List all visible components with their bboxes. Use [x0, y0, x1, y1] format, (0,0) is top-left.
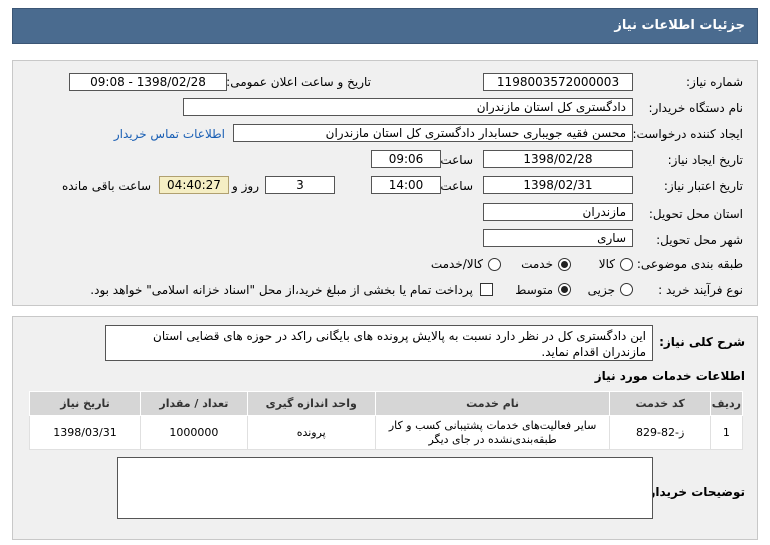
requester-field: محسن فقیه جویباری حسابدار دادگستری کل اس…: [233, 124, 633, 142]
announce-field: 1398/02/28 - 09:08: [69, 73, 227, 91]
contact-info-link[interactable]: اطلاعات تماس خریدار: [114, 127, 225, 141]
validity-time-field: 14:00: [371, 176, 441, 194]
category-service-label: خدمت: [521, 257, 553, 271]
process-minor-radio[interactable]: [620, 283, 633, 296]
buyer-org-label: نام دستگاه خریدار:: [648, 101, 744, 115]
cell-code: ز-82-829: [609, 415, 711, 450]
announce-label: تاریخ و ساعت اعلان عمومی:: [226, 75, 371, 89]
buyer-notes-label: توضیحات خریدار:: [643, 485, 745, 499]
page-title: جزئیات اطلاعات نیاز: [12, 8, 758, 44]
col-name: نام خدمت: [374, 391, 611, 416]
remaining-label: ساعت باقی مانده: [61, 179, 151, 193]
buyer-notes-field: [117, 457, 653, 519]
need-details-panel: شرح کلی نیاز: این دادگستری کل در نظر دار…: [12, 316, 758, 540]
created-date-field: 1398/02/28: [483, 150, 633, 168]
need-info-panel: شماره نیاز: 1198003572000003 تاریخ و ساع…: [12, 60, 758, 306]
payment-note: پرداخت تمام یا بخشی از مبلغ خرید،از محل …: [90, 283, 473, 297]
city-field: ساری: [483, 229, 633, 247]
col-unit: واحد اندازه گیری: [246, 391, 376, 416]
cell-row: 1: [709, 415, 744, 450]
summary-field: این دادگستری کل در نظر دارد نسبت به پالا…: [105, 325, 653, 361]
created-date-label: تاریخ ایجاد نیاز:: [667, 153, 743, 167]
days-label: روز و: [232, 179, 259, 193]
process-medium-radio[interactable]: [558, 283, 571, 296]
remaining-time-field: 04:40:27: [159, 176, 229, 194]
cell-qty: 1000000: [140, 415, 248, 450]
category-label: طبقه بندی موضوعی:: [636, 257, 743, 271]
cell-date: 1398/03/31: [28, 415, 142, 450]
services-title: اطلاعات خدمات مورد نیاز: [594, 369, 745, 383]
need-number-label: شماره نیاز:: [686, 75, 743, 89]
services-table: ردیف کد خدمت نام خدمت واحد اندازه گیری ت…: [28, 391, 744, 450]
category-goods-label: کالا: [598, 257, 615, 271]
province-field: مازندران: [483, 203, 633, 221]
validity-time-label: ساعت: [440, 179, 473, 193]
col-date: تاریخ نیاز: [28, 391, 142, 416]
treasury-checkbox[interactable]: [480, 283, 493, 296]
cell-unit: پرونده: [246, 415, 376, 450]
category-goods-service-radio[interactable]: [488, 258, 501, 271]
process-medium-label: متوسط: [515, 283, 553, 297]
created-time-field: 09:06: [371, 150, 441, 168]
validity-date-field: 1398/02/31: [483, 176, 633, 194]
process-minor-label: جزیی: [587, 283, 615, 297]
buyer-org-field: دادگستری کل استان مازندران: [183, 98, 633, 116]
cell-name: سایر فعالیت‌های خدمات پشتیبانی کسب و کار…: [374, 415, 611, 450]
requester-label: ایجاد کننده درخواست:: [632, 127, 743, 141]
days-field: 3: [265, 176, 335, 194]
need-number-field: 1198003572000003: [483, 73, 633, 91]
col-qty: تعداد / مقدار: [140, 391, 248, 416]
category-goods-radio[interactable]: [620, 258, 633, 271]
table-row: 1 ز-82-829 سایر فعالیت‌های خدمات پشتیبان…: [28, 415, 744, 450]
province-label: استان محل تحویل:: [648, 207, 743, 221]
process-label: نوع فرآیند خرید :: [658, 283, 743, 297]
validity-label: تاریخ اعتبار نیاز:: [663, 179, 743, 193]
summary-label: شرح کلی نیاز:: [659, 335, 745, 349]
col-code: کد خدمت: [609, 391, 711, 416]
col-row: ردیف: [709, 391, 744, 416]
category-service-radio[interactable]: [558, 258, 571, 271]
city-label: شهر محل تحویل:: [656, 233, 743, 247]
category-goods-service-label: کالا/خدمت: [430, 257, 483, 271]
created-time-label: ساعت: [440, 153, 473, 167]
